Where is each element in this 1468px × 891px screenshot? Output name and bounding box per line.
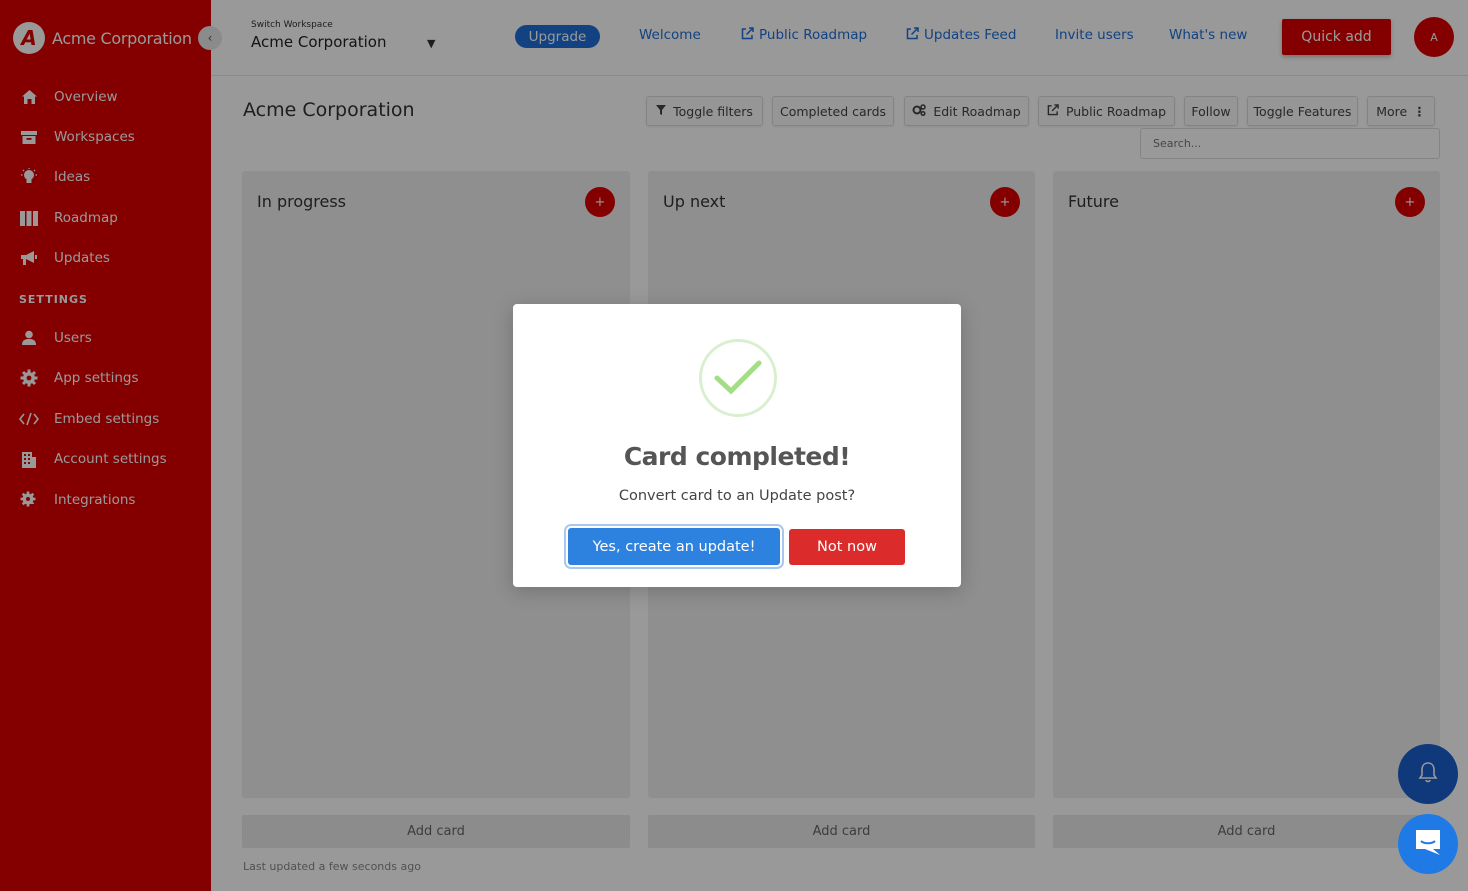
dialog-message: Convert card to an Update post? — [618, 488, 856, 504]
dialog-title: Card completed! — [623, 442, 851, 471]
chat-icon — [1413, 827, 1443, 861]
create-update-button[interactable]: Yes, create an update! — [568, 528, 780, 565]
success-check-icon — [699, 339, 777, 417]
chat-launcher-button[interactable] — [1398, 814, 1458, 874]
not-now-button[interactable]: Not now — [789, 529, 905, 565]
card-completed-dialog: Card completed! Convert card to an Updat… — [513, 304, 961, 587]
